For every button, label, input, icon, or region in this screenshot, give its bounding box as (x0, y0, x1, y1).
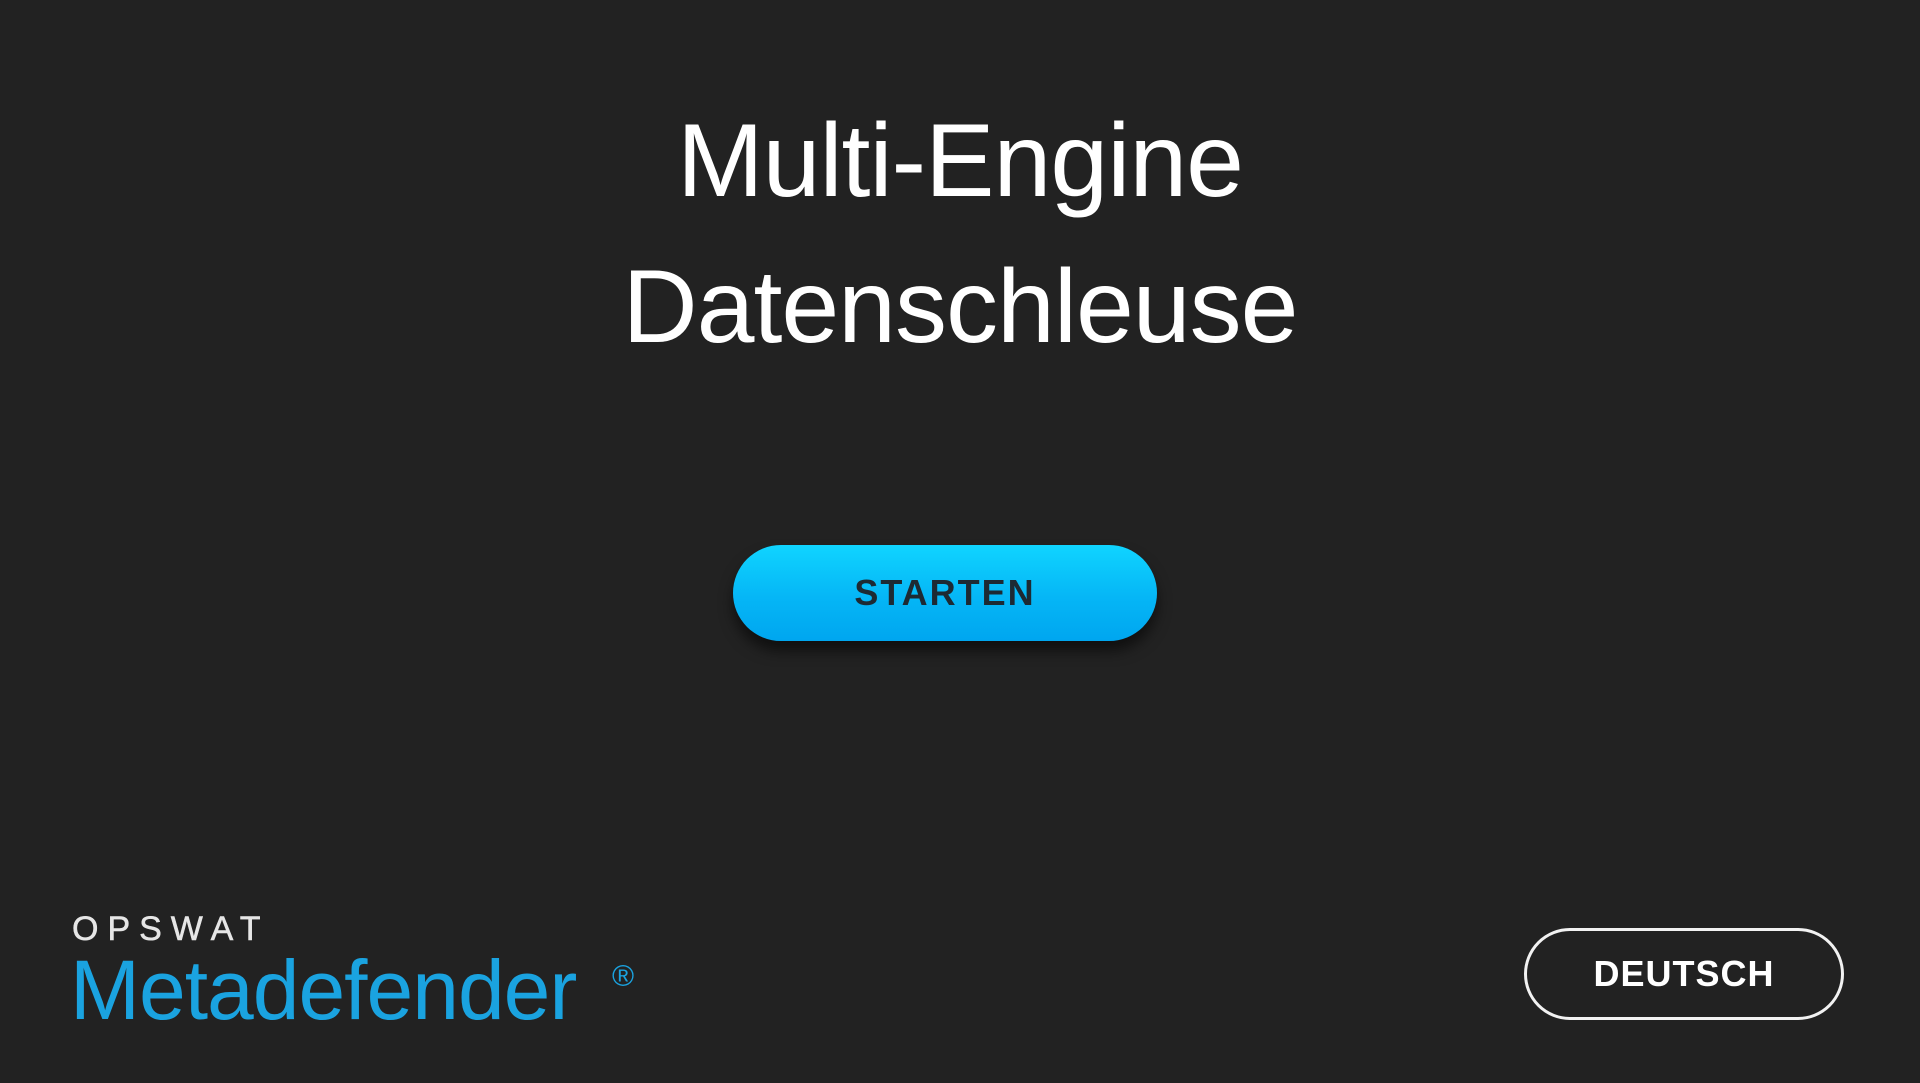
start-button[interactable]: STARTEN (733, 545, 1157, 641)
kiosk-start-screen: Multi-Engine Datenschleuse STARTEN OPSWA… (0, 0, 1920, 1083)
page-title-line-1: Multi-Engine (676, 103, 1244, 219)
page-title: Multi-Engine Datenschleuse (0, 88, 1920, 380)
product-wordmark: Metadefender (70, 943, 577, 1037)
registered-mark: ® (612, 960, 635, 993)
language-button[interactable]: DEUTSCH (1524, 928, 1844, 1020)
page-title-line-2: Datenschleuse (622, 249, 1299, 365)
metadefender-logo: OPSWAT Metadefender ® (70, 910, 650, 1040)
